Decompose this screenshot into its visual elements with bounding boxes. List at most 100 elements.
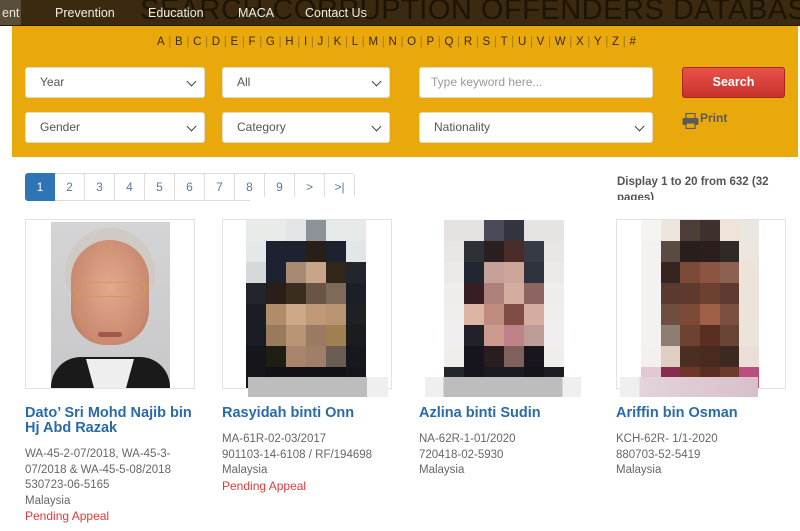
offender-card[interactable]: [25, 219, 195, 389]
mosaic-tile: [544, 325, 564, 346]
offender-photo[interactable]: [419, 219, 589, 389]
alphabet-letter[interactable]: R: [464, 36, 472, 48]
offender-details: NA-62R-1-01/2020 720418-02-5930 Malaysia: [419, 432, 516, 479]
offender-name[interactable]: Ariffin bin Osman: [616, 406, 738, 421]
mosaic-tile: [484, 241, 504, 262]
mosaic-tile: [306, 325, 326, 346]
offender-details: KCH-62R- 1/1-2020 880703-52-5419 Malaysi…: [616, 432, 718, 479]
page-button[interactable]: 1: [25, 173, 55, 201]
mosaic-tile: [680, 304, 700, 325]
alphabet-letter[interactable]: J: [318, 36, 324, 48]
alphabet-letter[interactable]: Z: [612, 36, 619, 48]
alphabet-letter[interactable]: K: [334, 36, 342, 48]
alphabet-letter[interactable]: Y: [594, 36, 602, 48]
page-button[interactable]: 6: [175, 173, 205, 201]
offender-card[interactable]: [222, 219, 392, 397]
all-select-value: All: [237, 75, 251, 89]
offender-card[interactable]: [616, 219, 786, 397]
alphabet-separator: |: [326, 36, 330, 48]
offender-details: WA-45-2-07/2018, WA-45-3- 07/2018 & WA-4…: [25, 447, 171, 525]
mosaic-tile: [660, 220, 681, 241]
mosaic-tile: [719, 241, 740, 262]
page-button[interactable]: 2: [55, 173, 85, 201]
alphabet-separator: |: [205, 36, 209, 48]
mosaic-tile: [346, 262, 366, 283]
mosaic-tile: [246, 283, 266, 304]
mosaic-tile: [504, 325, 524, 346]
mosaic-tile: [266, 346, 286, 367]
mosaic-tile: [286, 283, 306, 304]
alphabet-letter[interactable]: X: [576, 36, 584, 48]
alphabet-letter[interactable]: D: [212, 36, 220, 48]
alphabet-letter[interactable]: Q: [445, 36, 454, 48]
mosaic-tile: [660, 283, 681, 304]
alphabet-letter[interactable]: H: [285, 36, 293, 48]
page-button[interactable]: 7: [205, 173, 235, 201]
pixelated-photo: [444, 220, 564, 388]
nav-item-maca[interactable]: MACA: [238, 6, 274, 20]
mosaic-tile: [246, 262, 266, 283]
search-button[interactable]: Search: [682, 67, 785, 98]
alphabet-letter[interactable]: W: [555, 36, 566, 48]
nationality-select[interactable]: Nationality: [419, 112, 653, 143]
mosaic-tile: [660, 325, 681, 346]
mosaic-tile: [444, 283, 464, 304]
category-select[interactable]: Category: [222, 112, 390, 143]
mosaic-tile: [246, 220, 266, 241]
mosaic-tile: [524, 304, 544, 325]
alphabet-separator: |: [622, 36, 626, 48]
nav-item-enforcement[interactable]: ent: [0, 0, 22, 25]
mosaic-tile: [524, 325, 544, 346]
offender-name[interactable]: Azlina binti Sudin: [419, 406, 541, 421]
alphabet-letter[interactable]: #: [629, 36, 635, 48]
alphabet-separator: |: [297, 36, 301, 48]
alphabet-letter[interactable]: M: [368, 36, 378, 48]
alphabet-letter[interactable]: S: [483, 36, 491, 48]
alphabet-letter[interactable]: A: [157, 36, 165, 48]
offender-card[interactable]: [419, 219, 589, 397]
alphabet-letter[interactable]: O: [407, 36, 416, 48]
page-button[interactable]: 5: [145, 173, 175, 201]
page-button[interactable]: 4: [115, 173, 145, 201]
alphabet-letter[interactable]: B: [175, 36, 183, 48]
alphabet-letter[interactable]: G: [266, 36, 275, 48]
alphabet-letter[interactable]: V: [537, 36, 545, 48]
alphabet-letter[interactable]: I: [304, 36, 307, 48]
offender-name[interactable]: Dato’ Sri Mohd Najib bin Hj Abd Razak: [25, 406, 192, 436]
mosaic-tile: [641, 220, 661, 241]
gender-select[interactable]: Gender: [25, 112, 205, 143]
alphabet-letter[interactable]: T: [501, 36, 508, 48]
alphabet-separator: |: [548, 36, 552, 48]
alphabet-letter[interactable]: F: [249, 36, 256, 48]
offender-photo[interactable]: [25, 219, 195, 389]
mosaic-tile: [464, 346, 484, 367]
year-select-value: Year: [40, 75, 65, 89]
all-select[interactable]: All: [222, 67, 390, 98]
alphabet-letter[interactable]: C: [193, 36, 201, 48]
mosaic-tile: [544, 241, 564, 262]
offender-name[interactable]: Rasyidah binti Onn: [222, 406, 354, 421]
alphabet-letter[interactable]: N: [388, 36, 396, 48]
mosaic-tile: [346, 346, 366, 367]
mosaic-tile: [699, 220, 720, 241]
alphabet-letter[interactable]: P: [426, 36, 434, 48]
year-select[interactable]: Year: [25, 67, 205, 98]
print-button[interactable]: Print: [682, 111, 727, 129]
mosaic-tile: [246, 325, 266, 346]
mosaic-tile: [346, 241, 366, 262]
alphabet-letter[interactable]: E: [230, 36, 238, 48]
nav-item-education[interactable]: Education: [148, 6, 204, 20]
mosaic-tile: [680, 283, 700, 304]
mosaic-tile: [641, 241, 661, 262]
nav-item-prevention[interactable]: Prevention: [55, 6, 115, 20]
mosaic-tile: [464, 304, 484, 325]
keyword-input[interactable]: Type keyword here...: [419, 67, 653, 98]
mosaic-tile: [286, 325, 306, 346]
alphabet-letter[interactable]: L: [352, 36, 358, 48]
offender-photo[interactable]: [222, 219, 392, 389]
alphabet-separator: |: [457, 36, 461, 48]
offender-photo[interactable]: [616, 219, 786, 389]
alphabet-letter[interactable]: U: [518, 36, 526, 48]
nav-item-contact-us[interactable]: Contact Us: [305, 6, 367, 20]
page-button[interactable]: 3: [85, 173, 115, 201]
